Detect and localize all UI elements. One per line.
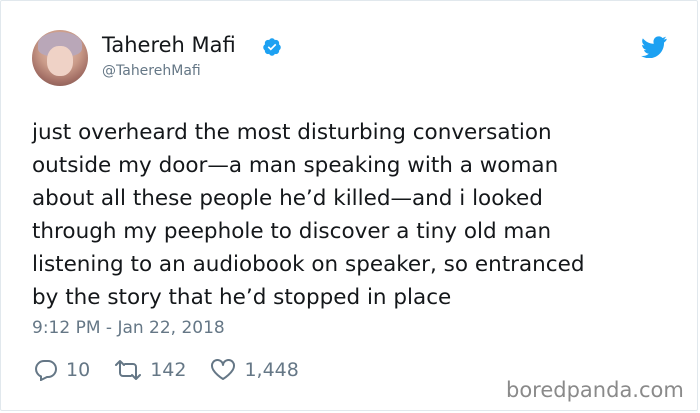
verified-badge-icon xyxy=(263,38,281,56)
avatar-face xyxy=(47,46,73,76)
tweet-text: just overheard the most disturbing conve… xyxy=(32,120,585,310)
tweet-timestamp[interactable]: 9:12 PM - Jan 22, 2018 xyxy=(32,318,225,338)
avatar[interactable] xyxy=(32,30,88,86)
retweet-icon xyxy=(115,360,142,380)
like-button[interactable]: 1,448 xyxy=(210,359,299,381)
author-handle[interactable]: @TaherehMafi xyxy=(102,63,201,79)
reply-icon xyxy=(35,360,57,381)
reply-count: 10 xyxy=(66,359,91,381)
retweet-button[interactable]: 142 xyxy=(114,359,186,381)
twitter-bird-icon[interactable] xyxy=(641,36,667,58)
author-display-name[interactable]: Tahereh Mafi xyxy=(102,33,236,57)
boredpanda-watermark: boredpanda.com xyxy=(506,378,684,402)
reply-button[interactable]: 10 xyxy=(34,359,90,381)
retweet-count: 142 xyxy=(150,359,187,381)
like-count: 1,448 xyxy=(244,359,299,381)
tweet-actions: 10 142 1,448 xyxy=(34,358,323,382)
heart-icon xyxy=(211,359,236,380)
